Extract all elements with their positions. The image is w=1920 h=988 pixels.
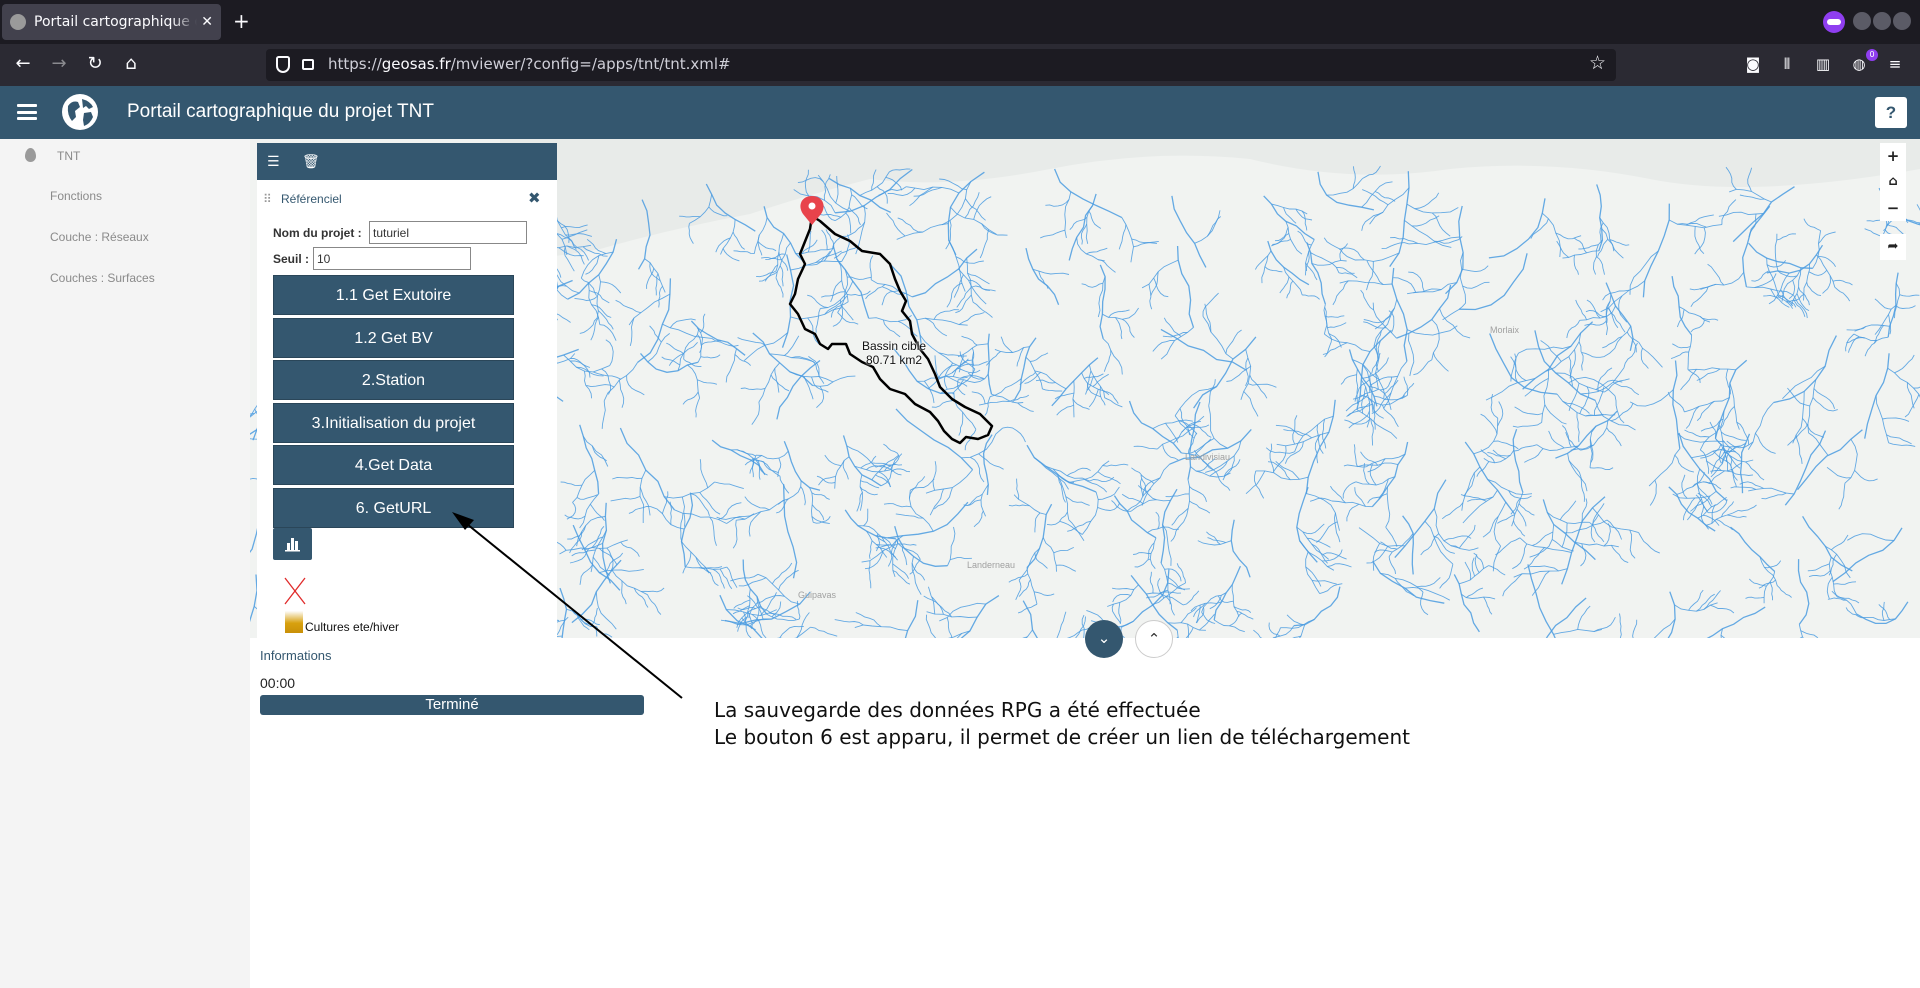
progress-bar: Terminé bbox=[260, 695, 644, 715]
project-name-label: Nom du projet : bbox=[273, 226, 362, 240]
url-path: /mviewer/?config=/apps/tnt/tnt.xml# bbox=[450, 55, 731, 73]
app-title: Portail cartographique du projet TNT bbox=[127, 101, 434, 122]
chart-button[interactable] bbox=[273, 528, 312, 560]
home-extent-icon[interactable]: ⌂ bbox=[1880, 169, 1906, 195]
legend-label: Cultures ete/hiver bbox=[305, 620, 400, 634]
pocket-icon[interactable]: ◙ bbox=[1743, 55, 1763, 73]
new-tab-icon[interactable]: + bbox=[233, 10, 250, 32]
tracking-protection-shield-icon[interactable] bbox=[276, 56, 290, 73]
hamburger-menu-icon[interactable] bbox=[17, 104, 37, 120]
get-data-button[interactable]: 4.Get Data bbox=[273, 445, 514, 485]
panel-section-title: Référenciel bbox=[281, 192, 342, 206]
browser-tab-bar: Portail cartographique du projet TNT ✕ + bbox=[0, 0, 1920, 44]
threshold-input[interactable] bbox=[313, 247, 471, 270]
place-label-landerneau: Landerneau bbox=[967, 560, 1016, 570]
browser-tab[interactable]: Portail cartographique du projet TNT ✕ bbox=[2, 4, 221, 40]
elapsed-time: 00:00 bbox=[260, 675, 296, 691]
library-icon[interactable]: ⫴ bbox=[1777, 55, 1797, 73]
get-url-button[interactable]: 6. GetURL bbox=[273, 488, 514, 528]
init-project-button[interactable]: 3.Initialisation du projet bbox=[273, 403, 514, 443]
app-menu-icon[interactable]: ≡ bbox=[1885, 55, 1905, 73]
annotation-line-1: La sauvegarde des données RPG a été effe… bbox=[714, 698, 1201, 722]
tab-title: Portail cartographique du projet TNT bbox=[34, 14, 197, 30]
sidebar-item-couche-reseaux[interactable]: Couche : Réseaux bbox=[50, 230, 149, 244]
expand-double-chevron-up-icon[interactable]: ⌃ bbox=[1135, 620, 1173, 658]
info-title: Informations bbox=[260, 648, 332, 663]
basin-label-area: 80.71 km2 bbox=[865, 353, 923, 367]
station-button[interactable]: 2.Station bbox=[273, 360, 514, 400]
basin-label-name: Bassin cible bbox=[862, 339, 927, 353]
address-bar[interactable]: https://geosas.fr/mviewer/?config=/apps/… bbox=[266, 49, 1616, 81]
url-scheme: https:// bbox=[328, 55, 382, 73]
left-sidebar: TNT Fonctions Couche : Réseaux Couches :… bbox=[0, 139, 250, 988]
close-panel-icon[interactable]: ✖ bbox=[528, 189, 541, 207]
trash-icon[interactable]: 🗑 bbox=[302, 154, 320, 170]
app-header: Portail cartographique du projet TNT ? bbox=[0, 86, 1920, 139]
url-host: geosas.fr bbox=[381, 55, 451, 73]
place-label-landivisiau: Landivisiau bbox=[1185, 452, 1231, 462]
bar-chart-icon bbox=[285, 538, 300, 552]
reload-icon[interactable]: ↻ bbox=[82, 52, 108, 76]
sidebar-item-fonctions[interactable]: Fonctions bbox=[50, 189, 102, 203]
globe-logo-icon bbox=[62, 94, 98, 130]
tool-panel: ☰ 🗑 ⠿ Référenciel ✖ Nom du projet : Seui… bbox=[257, 143, 557, 638]
panel-toolbar: ☰ 🗑 bbox=[257, 143, 557, 180]
annotation-line-2: Le bouton 6 est apparu, il permet de cré… bbox=[714, 725, 1410, 749]
get-bv-button[interactable]: 1.2 Get BV bbox=[273, 318, 514, 358]
lock-icon[interactable] bbox=[302, 59, 314, 70]
place-label-guipavas: Guipavas bbox=[798, 590, 837, 600]
share-arrow-icon[interactable]: ➦ bbox=[1880, 234, 1906, 260]
bookmark-star-icon[interactable]: ☆ bbox=[1589, 52, 1606, 74]
browser-nav-bar: ← → ↻ ⌂ https://geosas.fr/mviewer/?confi… bbox=[0, 44, 1920, 86]
tab-close-icon[interactable]: ✕ bbox=[201, 14, 213, 30]
url-text[interactable]: https://geosas.fr/mviewer/?config=/apps/… bbox=[328, 55, 731, 73]
annotation-text: La sauvegarde des données RPG a été effe… bbox=[714, 697, 1410, 751]
sidebar-title[interactable]: TNT bbox=[57, 149, 80, 163]
threshold-label: Seuil : bbox=[273, 252, 310, 266]
back-arrow-icon[interactable]: ← bbox=[10, 52, 36, 76]
legend-cross-symbol-icon bbox=[284, 577, 306, 605]
close-window-icon[interactable] bbox=[1893, 12, 1911, 30]
progress-status: Terminé bbox=[425, 696, 479, 713]
project-name-input[interactable] bbox=[369, 221, 527, 244]
minimize-window-icon[interactable] bbox=[1853, 12, 1871, 30]
zoom-in-button[interactable]: + bbox=[1880, 143, 1906, 169]
drag-handle-icon[interactable]: ⠿ bbox=[263, 192, 272, 206]
zoom-out-button[interactable]: − bbox=[1880, 195, 1906, 221]
legend-swatch bbox=[285, 611, 303, 633]
place-label-morlaix: Morlaix bbox=[1490, 325, 1520, 335]
forward-arrow-icon[interactable]: → bbox=[46, 52, 72, 76]
help-button[interactable]: ? bbox=[1875, 97, 1907, 128]
water-drop-icon bbox=[25, 148, 36, 162]
maximize-window-icon[interactable] bbox=[1873, 12, 1891, 30]
basin-label: Bassin cible 80.71 km2 bbox=[862, 339, 926, 367]
site-favicon-icon bbox=[10, 14, 26, 30]
home-icon[interactable]: ⌂ bbox=[118, 52, 144, 76]
extension-badge: 0 bbox=[1866, 49, 1878, 61]
sidebar-item-couches-surfaces[interactable]: Couches : Surfaces bbox=[50, 271, 155, 285]
collapse-chevron-down-icon[interactable]: ⌄ bbox=[1085, 620, 1123, 658]
get-exutoire-button[interactable]: 1.1 Get Exutoire bbox=[273, 275, 514, 315]
sidebar-toggle-icon[interactable]: ▥ bbox=[1813, 55, 1833, 73]
list-icon[interactable]: ☰ bbox=[267, 154, 280, 170]
private-browsing-icon bbox=[1823, 11, 1845, 33]
